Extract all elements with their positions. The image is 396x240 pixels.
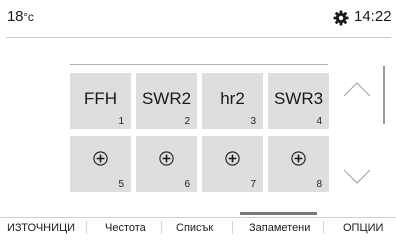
preset-tile-5[interactable]: 5	[70, 136, 131, 192]
preset-number: 3	[250, 116, 256, 127]
preset-tile-3[interactable]: hr2 3	[202, 73, 263, 129]
add-icon	[225, 151, 240, 166]
chevron-up-icon[interactable]	[343, 80, 371, 98]
add-icon	[291, 151, 306, 166]
tab-options[interactable]: ОПЦИИ	[343, 222, 383, 234]
preset-number: 7	[250, 179, 256, 190]
outside-temperature: 18°c	[7, 8, 34, 25]
preset-name: SWR2	[141, 89, 192, 108]
add-icon	[93, 151, 108, 166]
tab-separator	[86, 221, 87, 234]
tab-sources[interactable]: ИЗТОЧНИЦИ	[7, 222, 75, 234]
temperature-value: 18	[7, 8, 24, 25]
scrollbar[interactable]	[383, 66, 385, 124]
preset-tile-8[interactable]: 8	[268, 136, 329, 192]
preset-tile-4[interactable]: SWR3 4	[268, 73, 329, 129]
add-icon	[159, 151, 174, 166]
gear-icon[interactable]	[333, 10, 349, 26]
preset-tile-7[interactable]: 7	[202, 136, 263, 192]
preset-name: SWR3	[273, 89, 324, 108]
tab-separator	[161, 221, 162, 234]
preset-number: 6	[184, 179, 190, 190]
preset-number: 5	[118, 179, 124, 190]
preset-name: FFH	[83, 89, 118, 108]
preset-tile-2[interactable]: SWR2 2	[136, 73, 197, 129]
tab-bar-divider	[0, 217, 396, 218]
preset-number: 8	[316, 179, 322, 190]
preset-number: 2	[184, 116, 190, 127]
tab-frequency[interactable]: Честота	[105, 222, 146, 234]
temperature-unit: °c	[23, 10, 34, 24]
preset-grid-divider	[70, 64, 328, 65]
preset-number: 1	[118, 116, 124, 127]
preset-tile-1[interactable]: FFH 1	[70, 73, 131, 129]
radio-presets-screen: 18°c 14:22 FFH 1 SWR2 2 hr2 3 SWR3 4 5 6…	[0, 0, 396, 240]
clock: 14:22	[354, 8, 392, 25]
chevron-down-icon[interactable]	[343, 168, 371, 186]
preset-tile-6[interactable]: 6	[136, 136, 197, 192]
tab-separator	[323, 221, 324, 234]
tab-saved[interactable]: Запаметени	[249, 222, 310, 234]
status-divider	[6, 37, 391, 38]
preset-name: hr2	[220, 89, 245, 108]
active-tab-indicator	[240, 212, 317, 215]
tab-list[interactable]: Списък	[176, 222, 213, 234]
tab-separator	[232, 221, 233, 234]
preset-number: 4	[316, 116, 322, 127]
status-bar: 18°c 14:22	[0, 0, 396, 38]
